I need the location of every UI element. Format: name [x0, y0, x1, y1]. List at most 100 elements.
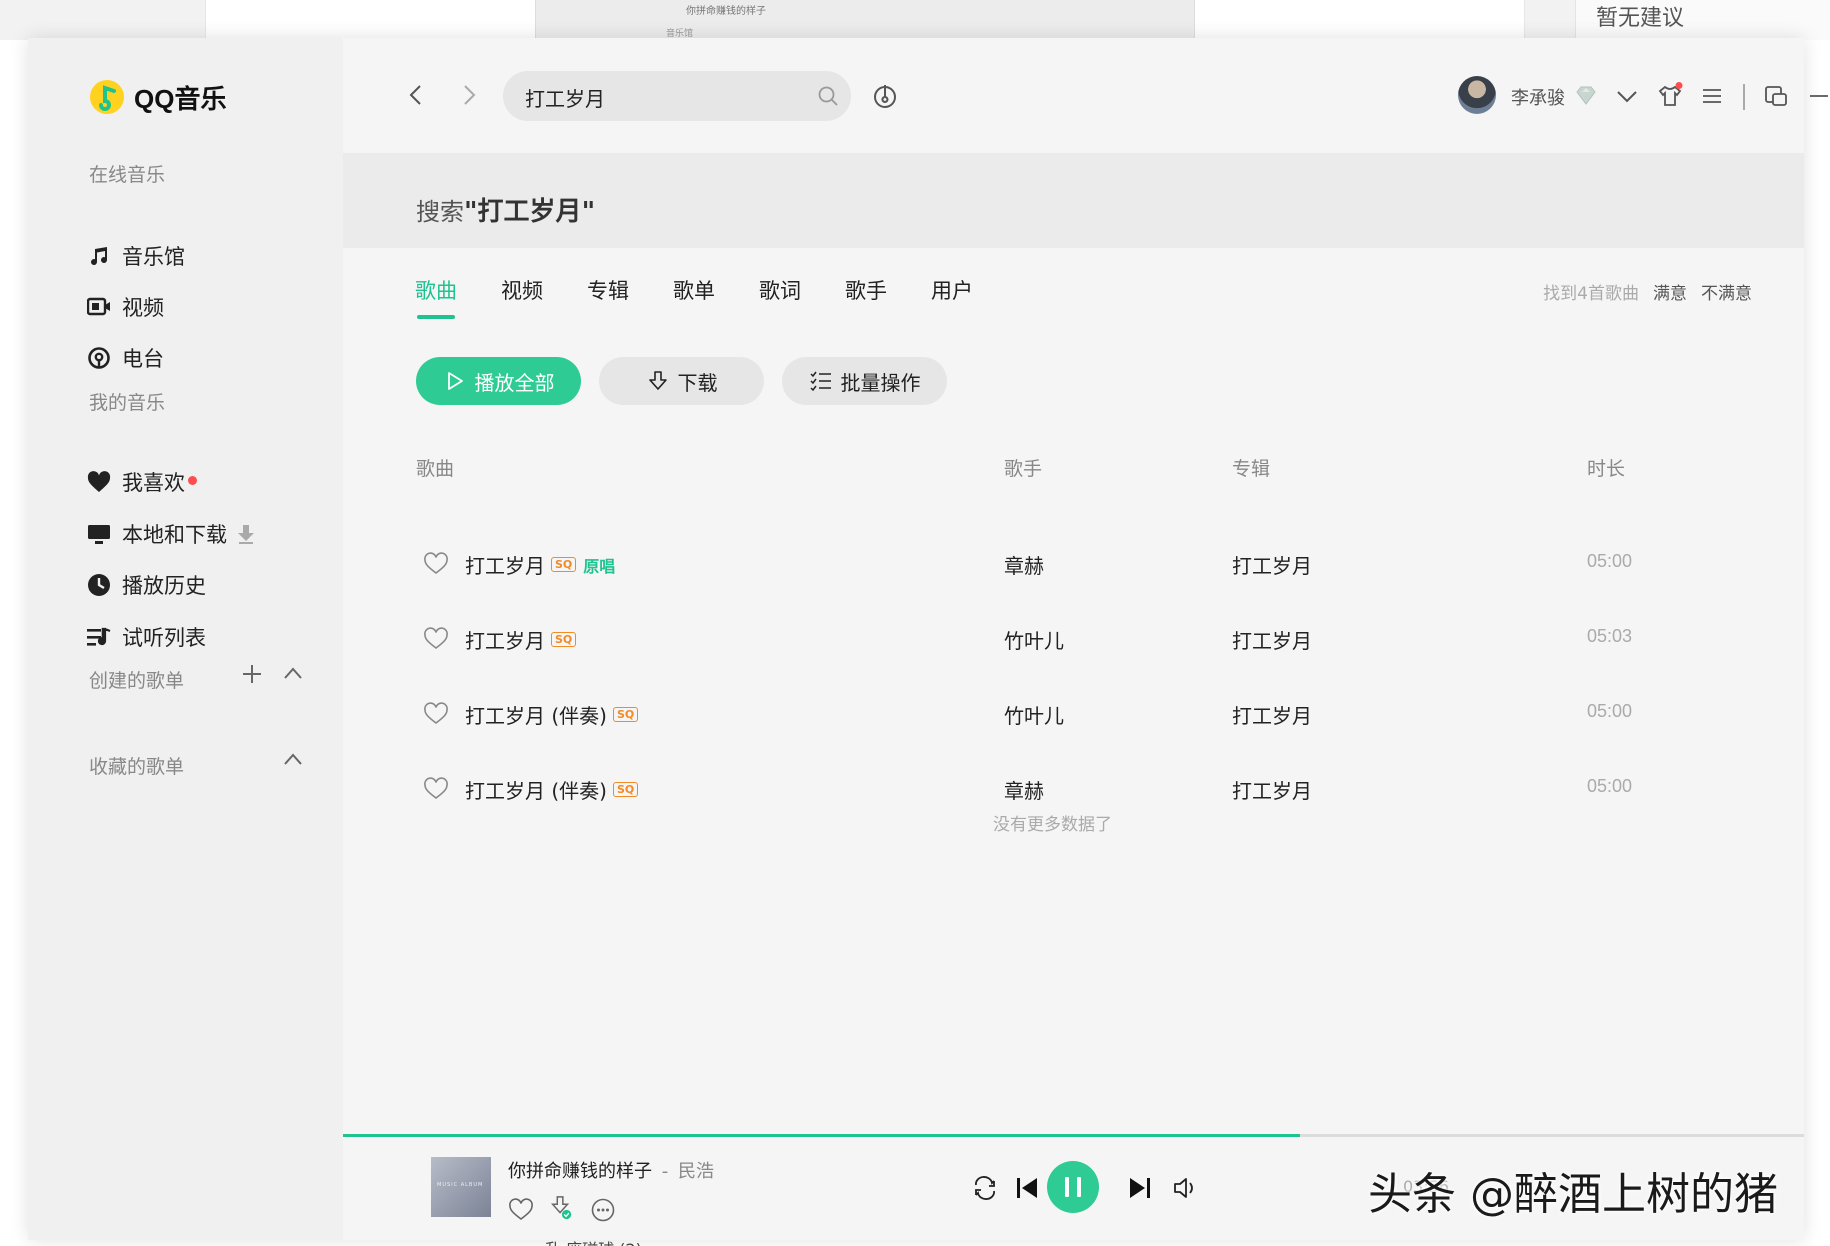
column-header-song[interactable]: 歌曲	[416, 454, 454, 481]
add-playlist-icon[interactable]	[242, 664, 262, 684]
song-title-cell[interactable]: 打工岁月 (伴奏) SQ	[465, 700, 639, 729]
result-tabs: 歌曲 视频 专辑 歌单 歌词 歌手 用户	[415, 275, 1017, 319]
download-done-icon[interactable]	[548, 1195, 574, 1221]
sidebar-item-music-hall[interactable]: 音乐馆	[86, 240, 185, 272]
play-all-button[interactable]: 播放全部	[416, 357, 581, 405]
sidebar-item-label: 我喜欢	[122, 471, 185, 495]
table-row[interactable]: 打工岁月 SQ 原唱 章赫 打工岁月 05:00	[343, 530, 1804, 600]
singer-link[interactable]: 竹叶儿	[1004, 700, 1064, 729]
tab-users[interactable]: 用户	[931, 275, 973, 305]
song-title[interactable]: 打工岁月	[465, 625, 545, 654]
checklist-icon	[809, 371, 831, 392]
column-header-singer[interactable]: 歌手	[1004, 454, 1042, 481]
tab-albums[interactable]: 专辑	[587, 275, 629, 305]
background-thumbnail: 你拼命赚钱的样子 音乐馆	[535, 0, 1195, 40]
sidebar-item-label: 试听列表	[122, 626, 206, 650]
singer-link[interactable]: 章赫	[1004, 775, 1044, 804]
chevron-up-icon[interactable]	[283, 666, 303, 680]
sidebar-item-history[interactable]: 播放历史	[86, 569, 206, 601]
result-count: 找到4首歌曲	[1543, 284, 1639, 304]
menu-icon[interactable]	[1698, 82, 1726, 110]
satisfied-link[interactable]: 满意	[1653, 279, 1687, 304]
forward-arrow-icon[interactable]	[454, 80, 484, 110]
download-icon	[648, 371, 667, 390]
sidebar-item-favorites[interactable]: 我喜欢	[86, 466, 197, 498]
column-header-duration[interactable]: 时长	[1587, 454, 1625, 481]
sidebar-item-radio[interactable]: 电台	[86, 342, 164, 374]
duration: 05:00	[1587, 551, 1633, 571]
unsatisfied-link[interactable]: 不满意	[1701, 279, 1752, 304]
album-cover[interactable]: MUSIC ALBUM	[431, 1157, 491, 1217]
radio-icon	[86, 345, 112, 371]
album-link[interactable]: 打工岁月	[1232, 625, 1312, 654]
duration: 05:03	[1587, 626, 1633, 646]
now-playing-separator: -	[661, 1161, 669, 1182]
singer-link[interactable]: 章赫	[1004, 550, 1044, 579]
song-title-cell[interactable]: 打工岁月 SQ	[465, 625, 577, 654]
pause-button[interactable]	[1047, 1161, 1099, 1213]
batch-operation-button[interactable]: 批量操作	[782, 357, 947, 405]
sidebar-item-local-download[interactable]: 本地和下载	[86, 518, 227, 550]
section-created-playlists: 创建的歌单	[89, 670, 185, 692]
background-thumbnail-title: 你拼命赚钱的样子	[686, 6, 766, 17]
music-recognition-icon[interactable]	[871, 82, 899, 110]
tab-videos[interactable]: 视频	[501, 275, 543, 305]
duration: 05:00	[1587, 776, 1633, 796]
search-icon[interactable]	[817, 85, 839, 107]
previous-icon[interactable]	[1013, 1174, 1041, 1202]
download-arrow-icon[interactable]	[236, 523, 256, 545]
no-more-data: 没有更多数据了	[993, 815, 1112, 835]
column-header-album[interactable]: 专辑	[1232, 454, 1270, 481]
album-link[interactable]: 打工岁月	[1232, 775, 1312, 804]
result-feedback: 找到4首歌曲 满意 不满意	[1543, 279, 1752, 304]
tab-playlists[interactable]: 歌单	[673, 275, 715, 305]
sidebar-item-trial-list[interactable]: 试听列表	[86, 621, 206, 653]
download-button[interactable]: 下载	[599, 357, 764, 405]
vip-diamond-icon[interactable]	[1572, 82, 1600, 110]
tab-singers[interactable]: 歌手	[845, 275, 887, 305]
search-keyword: 打工岁月	[477, 197, 582, 227]
song-title-cell[interactable]: 打工岁月 (伴奏) SQ	[465, 775, 639, 804]
username[interactable]: 李承骏	[1511, 84, 1565, 110]
next-icon[interactable]	[1126, 1174, 1154, 1202]
song-title[interactable]: 打工岁月 (伴奏)	[465, 700, 607, 729]
song-title[interactable]: 打工岁月 (伴奏)	[465, 775, 607, 804]
heart-outline-icon[interactable]	[423, 702, 449, 726]
sq-badge: SQ	[551, 557, 577, 572]
sq-badge: SQ	[612, 707, 639, 722]
sidebar-item-label: 播放历史	[122, 574, 206, 598]
loop-icon[interactable]	[970, 1173, 1000, 1203]
heart-outline-icon[interactable]	[423, 777, 449, 801]
avatar[interactable]	[1458, 76, 1496, 114]
chevron-up-icon[interactable]	[283, 752, 303, 766]
tab-songs[interactable]: 歌曲	[415, 275, 457, 319]
mini-mode-icon[interactable]	[1762, 82, 1790, 110]
table-row[interactable]: 打工岁月 (伴奏) SQ 竹叶儿 打工岁月 05:00	[343, 680, 1804, 750]
heart-outline-icon[interactable]	[423, 627, 449, 651]
album-link[interactable]: 打工岁月	[1232, 550, 1312, 579]
skin-shirt-icon[interactable]	[1656, 82, 1684, 110]
now-playing-artist[interactable]: 民浩	[678, 1161, 714, 1182]
tab-lyrics[interactable]: 歌词	[759, 275, 801, 305]
song-title[interactable]: 打工岁月	[465, 550, 545, 579]
song-title-cell[interactable]: 打工岁月 SQ 原唱	[465, 550, 615, 579]
volume-icon[interactable]	[1171, 1174, 1199, 1202]
sidebar-item-label: 本地和下载	[122, 523, 227, 547]
album-link[interactable]: 打工岁月	[1232, 700, 1312, 729]
chevron-down-icon[interactable]	[1613, 82, 1641, 110]
like-icon[interactable]	[508, 1197, 534, 1223]
sidebar-item-video[interactable]: 视频	[86, 291, 164, 323]
now-playing-title[interactable]: 你拼命赚钱的样子	[508, 1161, 652, 1182]
app-logo[interactable]: QQ音乐	[88, 78, 226, 116]
batch-operation-label: 批量操作	[840, 370, 921, 395]
table-row[interactable]: 打工岁月 SQ 竹叶儿 打工岁月 05:03	[343, 605, 1804, 675]
back-arrow-icon[interactable]	[401, 80, 431, 110]
sq-badge: SQ	[551, 632, 577, 647]
heart-outline-icon[interactable]	[423, 552, 449, 576]
singer-link[interactable]: 竹叶儿	[1004, 625, 1064, 654]
search-box[interactable]: 打工岁月	[503, 71, 851, 121]
more-icon[interactable]	[590, 1197, 616, 1223]
search-header: 搜索"打工岁月"	[343, 153, 1804, 248]
search-input[interactable]: 打工岁月	[525, 83, 605, 112]
minimize-icon[interactable]	[1805, 82, 1830, 110]
